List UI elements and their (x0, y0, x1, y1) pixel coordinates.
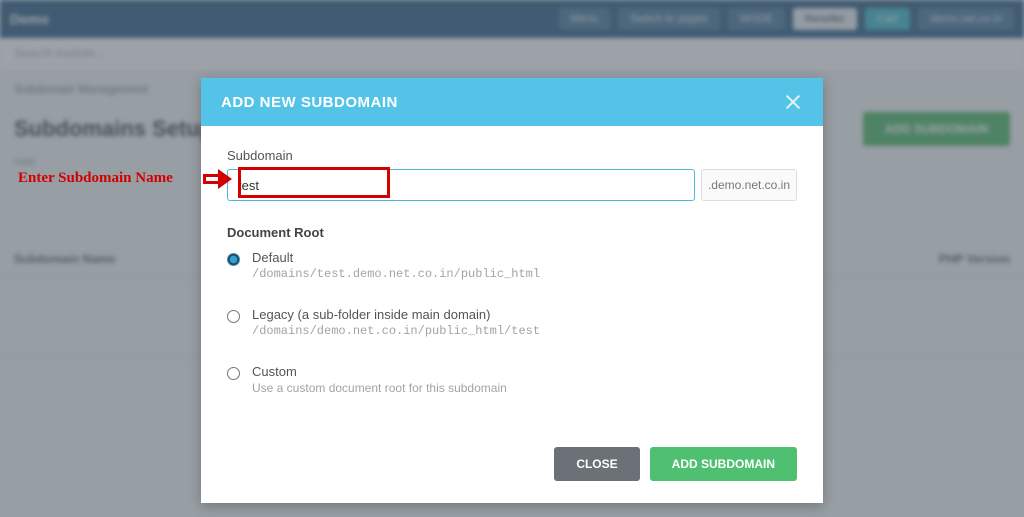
opt-custom-title: Custom (252, 364, 507, 379)
close-icon[interactable] (783, 92, 803, 112)
annotation-arrow-icon (203, 166, 237, 192)
subdomain-input[interactable] (227, 169, 695, 201)
docroot-radio-custom[interactable] (227, 367, 240, 380)
modal-title: ADD NEW SUBDOMAIN (221, 94, 398, 111)
opt-default-title: Default (252, 250, 540, 265)
add-subdomain-modal: ADD NEW SUBDOMAIN Subdomain .demo.net.co… (201, 78, 823, 503)
docroot-radio-legacy[interactable] (227, 310, 240, 323)
annotation-text: Enter Subdomain Name (18, 170, 173, 187)
modal-header: ADD NEW SUBDOMAIN (201, 78, 823, 126)
docroot-radio-default[interactable] (227, 253, 240, 266)
document-root-label: Document Root (227, 225, 797, 240)
opt-custom-note: Use a custom document root for this subd… (252, 381, 507, 395)
close-button[interactable]: CLOSE (554, 447, 639, 481)
docroot-option-default[interactable]: Default /domains/test.demo.net.co.in/pub… (227, 250, 797, 281)
modal-overlay: ADD NEW SUBDOMAIN Subdomain .demo.net.co… (0, 0, 1024, 517)
opt-legacy-path: /domains/demo.net.co.in/public_html/test (252, 324, 540, 338)
subdomain-input-row: .demo.net.co.in (227, 169, 797, 201)
modal-footer: CLOSE ADD SUBDOMAIN (201, 431, 823, 503)
add-subdomain-button[interactable]: ADD SUBDOMAIN (650, 447, 797, 481)
opt-legacy-title: Legacy (a sub-folder inside main domain) (252, 307, 540, 322)
modal-body: Subdomain .demo.net.co.in Document Root … (201, 126, 823, 431)
subdomain-label: Subdomain (227, 148, 797, 163)
docroot-option-custom[interactable]: Custom Use a custom document root for th… (227, 364, 797, 395)
opt-default-path: /domains/test.demo.net.co.in/public_html (252, 267, 540, 281)
docroot-option-legacy[interactable]: Legacy (a sub-folder inside main domain)… (227, 307, 797, 338)
domain-suffix: .demo.net.co.in (701, 169, 797, 201)
